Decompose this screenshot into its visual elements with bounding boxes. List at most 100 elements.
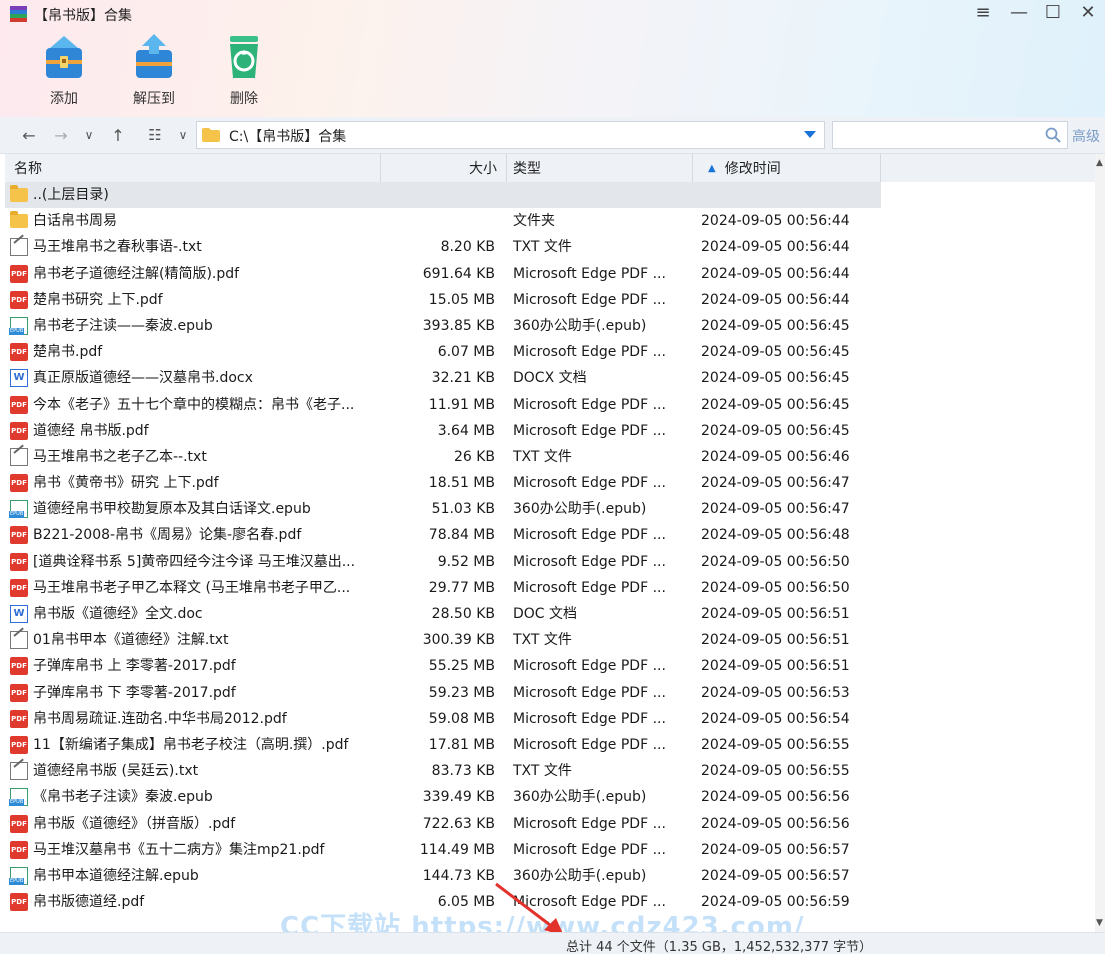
view-dropdown-icon[interactable]: ∨ (172, 123, 194, 147)
file-row[interactable]: PDF 帛书老子道德经注解(精简版).pdf 691.64 KB Microsoft … (5, 261, 881, 287)
file-modified-time (701, 182, 881, 208)
file-row[interactable]: 01帛书甲本《道德经》注解.txt 300.39 KB TXT 文件 2024-09-… (5, 627, 881, 653)
file-row[interactable]: PDF 帛书版《道德经》（拼音版）.pdf 722.63 KB Microsoft E… (5, 811, 881, 837)
file-row[interactable]: 道德经帛书版 (吴廷云).txt 83.73 KB TXT 文件 2024-09-05… (5, 758, 881, 784)
file-type (513, 182, 688, 208)
column-header-time[interactable]: ▲ 修改时间 (693, 154, 881, 182)
file-size (381, 182, 495, 208)
extract-button[interactable]: 解压到 (119, 30, 189, 110)
file-row[interactable]: PDF [道典诠释书系 5]黄帝四经今注今译 马王堆汉墓出... 9.52 MB Mi… (5, 549, 881, 575)
file-size: 29.77 MB (428, 579, 495, 596)
path-input[interactable]: C:\【帛书版】合集 (196, 121, 825, 149)
file-type: Microsoft Edge PDF ... (513, 815, 666, 832)
column-header-size[interactable]: 大小 (381, 154, 507, 182)
add-label: 添加 (50, 91, 78, 107)
search-field[interactable] (832, 121, 1068, 149)
file-size: 9.52 MB (437, 553, 495, 570)
vertical-scrollbar[interactable]: ▲ ▼ (1095, 154, 1105, 932)
epub-file-icon (9, 316, 28, 335)
file-name: 道德经 帛书版.pdf (33, 422, 149, 439)
pdf-file-icon: PDF (10, 290, 28, 309)
minimize-button[interactable]: — (1002, 0, 1036, 24)
file-row[interactable]: 道德经帛书甲校勘复原本及其白话译文.epub 51.03 KB 360办公助手(.e… (5, 496, 881, 522)
file-type: Microsoft Edge PDF ... (513, 291, 666, 308)
file-row[interactable]: PDF 今本《老子》五十七个章中的模糊点：帛书《老子... 11.91 MB Micr… (5, 392, 881, 418)
scroll-up-icon[interactable]: ▲ (1096, 158, 1103, 168)
annotation-arrow-icon (495, 882, 564, 936)
file-row[interactable]: 帛书甲本道德经注解.epub144.73 KB360办公助手(.epub)202… (5, 863, 881, 889)
file-modified-time: 2024-09-05 00:56:57 (701, 841, 850, 858)
file-row[interactable]: PDF B221-2008-帛书《周易》论集-廖名春.pdf 78.84 MB Mic… (5, 522, 881, 548)
file-type: Microsoft Edge PDF ... (513, 841, 666, 858)
file-row[interactable]: PDF 马王堆汉墓帛书《五十二病方》集注mp21.pdf 114.49 MB Micr… (5, 837, 881, 863)
file-type: TXT 文件 (513, 448, 572, 465)
file-type: 360办公助手(.epub) (513, 317, 647, 334)
file-row[interactable]: PDF 楚帛书.pdf 6.07 MB Microsoft Edge PDF ... 2… (5, 339, 881, 365)
file-name: 帛书版《道德经》（拼音版）.pdf (33, 815, 236, 832)
maximize-button[interactable]: ☐ (1036, 0, 1070, 24)
doc-file-icon: W (10, 369, 28, 388)
add-button[interactable]: 添加 (29, 30, 99, 110)
file-row[interactable]: W 帛书版《道德经》全文.doc 28.50 KB DOC 文档 2024-09-05 … (5, 601, 881, 627)
file-row[interactable]: PDF 帛书周易疏证.连劭名.中华书局2012.pdf 59.08 MB Micros… (5, 706, 881, 732)
forward-arrow-icon[interactable]: → (50, 123, 72, 147)
file-row[interactable]: PDF 马王堆帛书老子甲乙本释文 (马王堆帛书老子甲乙... 29.77 MB Mic… (5, 575, 881, 601)
file-row[interactable]: PDF 帛书《黄帝书》研究 上下.pdf 18.51 MB Microsoft Edg… (5, 470, 881, 496)
file-type: Microsoft Edge PDF ... (513, 265, 666, 282)
file-row[interactable]: 帛书老子注读——秦波.epub 393.85 KB 360办公助手(.epub) 20… (5, 313, 881, 339)
menu-icon[interactable]: ≡ (966, 0, 1000, 24)
up-arrow-icon[interactable]: ↑ (107, 123, 129, 147)
file-name: 《帛书老子注读》秦波.epub (33, 789, 213, 806)
pdf-file-icon: PDF (10, 893, 28, 912)
file-row[interactable]: PDF 道德经 帛书版.pdf 3.64 MB Microsoft Edge PDF … (5, 418, 881, 444)
file-modified-time: 2024-09-05 00:56:51 (701, 606, 850, 622)
status-bar: 总计 44 个文件（1.35 GB，1,452,532,377 字节） (0, 932, 1105, 954)
file-modified-time: 2024-09-05 00:56:54 (701, 710, 850, 727)
file-row[interactable]: 马王堆帛书之老子乙本--.txt 26 KB TXT 文件 2024-09-05 00… (5, 444, 881, 470)
file-modified-time: 2024-09-05 00:56:44 (701, 239, 850, 256)
column-time-label: 修改时间 (724, 161, 781, 177)
history-dropdown-icon[interactable]: ∨ (78, 123, 100, 147)
file-size: 144.73 KB (422, 867, 495, 884)
file-row[interactable]: W 真正原版道德经——汉墓帛书.docx 32.21 KB DOCX 文档 2024-0… (5, 365, 881, 391)
search-icon[interactable] (1045, 127, 1061, 147)
epub-file-icon (9, 866, 28, 885)
close-button[interactable]: ✕ (1071, 0, 1105, 24)
search-input[interactable] (833, 122, 1033, 148)
file-row[interactable]: PDF 子弹库帛书 下 李零著-2017.pdf 59.23 MB Microsoft… (5, 680, 881, 706)
file-row[interactable]: 《帛书老子注读》秦波.epub 339.49 KB 360办公助手(.epub) 20… (5, 784, 881, 810)
file-size: 17.81 MB (428, 736, 495, 753)
file-name: ..(上层目录) (33, 187, 109, 203)
pdf-file-icon: PDF (10, 709, 28, 728)
back-arrow-icon[interactable]: ← (18, 123, 40, 147)
file-name: 马王堆帛书之春秋事语-.txt (33, 239, 202, 256)
file-type: 360办公助手(.epub) (513, 789, 647, 806)
sort-ascending-icon: ▲ (708, 162, 716, 174)
file-size: 691.64 KB (422, 265, 495, 282)
doc-file-icon: W (10, 605, 28, 623)
scroll-down-icon[interactable]: ▼ (1096, 918, 1103, 928)
add-archive-icon (46, 36, 82, 78)
file-row[interactable]: ..(上层目录) (5, 182, 881, 209)
column-header-type[interactable]: 类型 (507, 154, 693, 182)
path-dropdown-icon[interactable] (804, 131, 816, 138)
file-row[interactable]: PDF 楚帛书研究 上下.pdf 15.05 MB Microsoft Edge PD… (5, 287, 881, 313)
file-row[interactable]: 白话帛书周易 文件夹 2024-09-05 00:56:44 (5, 208, 881, 234)
view-mode-icon[interactable]: ☷ (144, 123, 166, 147)
pdf-file-icon: PDF (10, 657, 28, 676)
file-row[interactable]: PDF 子弹库帛书 上 李零著-2017.pdf 55.25 MB Microsoft… (5, 653, 881, 679)
file-type: Microsoft Edge PDF ... (513, 422, 666, 439)
file-row[interactable]: 马王堆帛书之春秋事语-.txt 8.20 KB TXT 文件 2024-09-05 0… (5, 234, 881, 260)
column-header-name[interactable]: 名称 (5, 154, 381, 182)
delete-button[interactable]: 删除 (209, 30, 279, 110)
pdf-file-icon: PDF (10, 421, 28, 440)
pdf-file-icon: PDF (10, 578, 28, 597)
file-size: 32.21 KB (431, 370, 495, 387)
file-type: TXT 文件 (513, 239, 572, 256)
file-modified-time: 2024-09-05 00:56:57 (701, 867, 850, 884)
advanced-search-link[interactable]: 高级 (1072, 126, 1100, 146)
file-row[interactable]: PDF 11【新编诸子集成】帛书老子校注（高明.撰）.pdf 17.81 MB Mic… (5, 732, 881, 758)
file-name: 今本《老子》五十七个章中的模糊点：帛书《老子... (33, 396, 355, 413)
file-name: 帛书老子注读——秦波.epub (33, 317, 213, 334)
file-modified-time: 2024-09-05 00:56:53 (701, 684, 850, 701)
